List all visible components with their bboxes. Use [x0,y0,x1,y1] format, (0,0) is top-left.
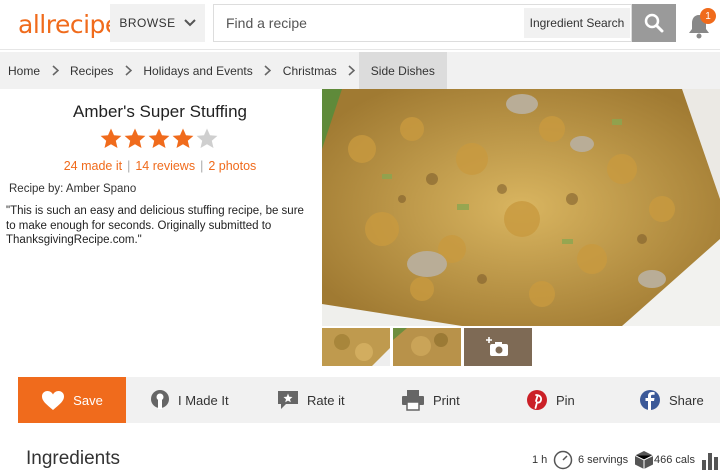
reviews-link[interactable]: 14 reviews [135,159,195,173]
print-label: Print [433,392,460,408]
recipe-author: Recipe by: Amber Spano [9,183,136,195]
breadcrumb-label: Home [8,63,41,78]
breadcrumb-holidays[interactable]: Holidays and Events [135,52,260,89]
servings-value: 6 servings [578,454,629,466]
camera-icon [486,337,508,356]
separator: | [127,159,131,173]
stuffing-image [322,89,720,326]
search-icon [644,13,664,33]
ingredients-heading: Ingredients [26,448,121,469]
star-icon[interactable] [124,128,146,149]
rate-icon [278,391,298,409]
pin-button[interactable]: Pin [526,377,575,423]
heart-icon [42,390,65,410]
photo-thumbnail[interactable] [322,328,390,366]
servings-info: 6 servings [578,450,654,470]
breadcrumb-label: Side Dishes [370,63,435,78]
chef-hat-icon [151,390,169,409]
search-button[interactable] [632,4,676,42]
breadcrumb-christmas[interactable]: Christmas [275,52,345,89]
thumbnail-image [322,328,390,366]
notifications-button[interactable]: 1 [686,8,716,40]
separator: | [200,159,204,173]
star-icon[interactable] [100,128,122,149]
share-label: Share [669,392,704,408]
facebook-icon [640,390,660,410]
star-icon[interactable] [172,128,194,149]
breadcrumb-label: Holidays and Events [143,63,253,78]
i-made-it-label: I Made It [178,392,229,408]
photo-thumbnail[interactable] [393,328,461,366]
breadcrumb-label: Christmas [282,63,337,78]
action-bar: Save I Made It Rate it Print Pin Share [18,377,720,423]
notification-badge: 1 [700,8,716,24]
chevron-right-icon [261,65,275,76]
share-button[interactable]: Share [639,377,704,423]
breadcrumb-recipes[interactable]: Recipes [62,52,121,89]
calories-value: 466 cals [654,454,695,466]
nutrition-icon [701,453,718,470]
time-value: 1 h [532,454,548,466]
recipe-stats: 24 made it | 14 reviews | 2 photos [0,159,320,173]
breadcrumb-home[interactable]: Home [0,52,48,89]
breadcrumb-label: Recipes [70,63,114,78]
thumbnail-image [393,328,461,366]
i-made-it-button[interactable]: I Made It [150,377,229,423]
recipe-title: Amber's Super Stuffing [73,102,247,121]
chevron-down-icon [183,19,196,27]
site-header: allrecipes BROWSE Ingredient Search 1 [0,0,720,50]
add-photo-button[interactable] [464,328,532,366]
star-rating[interactable] [100,128,218,149]
recipe-description: "This is such an easy and delicious stuf… [6,205,304,246]
print-button[interactable]: Print [401,377,460,423]
ingredient-search-label: Ingredient Search [529,16,625,30]
chevron-right-icon [121,65,135,76]
print-icon [402,390,424,411]
pinterest-icon [527,390,547,410]
chevron-right-icon [48,65,62,76]
pin-label: Pin [556,392,575,408]
save-label: Save [73,392,103,408]
browse-label: BROWSE [119,16,176,30]
author-link[interactable]: Amber Spano [66,183,136,195]
search-bar: Ingredient Search [213,4,632,42]
servings-icon [634,451,654,469]
recipe-by-label: Recipe by: [9,183,64,195]
recipe-photo[interactable] [322,89,720,326]
star-icon[interactable] [196,128,218,149]
breadcrumb: Home Recipes Holidays and Events Christm… [0,52,720,89]
rate-it-button[interactable]: Rate it [277,377,345,423]
clock-icon [554,450,573,470]
star-icon[interactable] [148,128,170,149]
calories-info: 466 cals [654,450,719,470]
browse-button[interactable]: BROWSE [110,4,205,42]
rate-it-label: Rate it [307,392,345,408]
ingredient-search-button[interactable]: Ingredient Search [524,8,630,38]
chevron-right-icon [345,65,359,76]
photos-link[interactable]: 2 photos [208,159,256,173]
save-button[interactable]: Save [18,377,126,423]
breadcrumb-side-dishes[interactable]: Side Dishes [358,52,447,89]
prep-time: 1 h [532,450,573,470]
search-input[interactable] [214,5,524,41]
made-it-link[interactable]: 24 made it [64,159,122,173]
